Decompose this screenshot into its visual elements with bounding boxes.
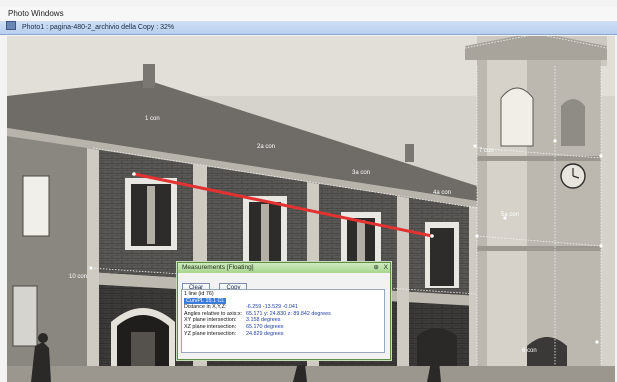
photo-viewport[interactable]: 1 con 2a con 3a con 4a con 5a con 10 con… (7, 36, 615, 382)
photo-label: 6 con (522, 348, 537, 354)
item-label: CurvPL (186, 297, 204, 304)
app-frame: Photo Windows Photo1 : pagina-480-2_arch… (0, 0, 617, 382)
list-item[interactable]: Distance in X,Y,Z: -6.259 -13.529 -0.041 (184, 304, 382, 311)
photo-label: 4a con (433, 190, 451, 196)
list-item[interactable]: Angles relative to axis:x: 65.171 y: 24.8… (184, 311, 382, 318)
pilaster (87, 148, 99, 382)
item-value: 65.171 y: 24.830 z: 89.842 degrees (246, 310, 331, 317)
item-value: 3.158 degrees (246, 317, 281, 324)
side-window (12, 285, 38, 347)
photo-tab-label: Photo1 : pagina-480-2_archivio della Cop… (21, 24, 175, 31)
dialog-titlebar[interactable]: Measurements [Floating] ⊕ X (178, 263, 390, 273)
list-item-selected[interactable]: CurvPL 15.1 CL (184, 297, 382, 305)
item-label: YZ plane intersection: (184, 330, 237, 337)
item-label: XY plane intersection: (184, 317, 237, 324)
item-label: Distance in X,Y,Z: (184, 304, 227, 311)
item-value: -6.259 -13.529 -0.041 (246, 304, 298, 311)
item-label: XZ plane intersection: (184, 323, 237, 330)
measurements-list[interactable]: 1 line (id 76) CurvPL 15.1 CL Distance i… (181, 289, 385, 353)
item-label: Angles relative to axis:x: (184, 310, 243, 317)
list-item[interactable]: XY plane intersection: 3.158 degrees (184, 317, 382, 324)
photo-icon (6, 21, 16, 30)
item-value: 65.170 degrees (246, 323, 284, 330)
measurement-line-end-handle[interactable] (430, 234, 434, 238)
photo-label: 1 con (145, 116, 160, 122)
close-icon[interactable]: X (384, 264, 388, 271)
photo-label: 7 con (479, 148, 494, 154)
chimney (143, 64, 155, 88)
photo-label: 2a con (257, 144, 275, 150)
side-window (22, 175, 50, 237)
photo-label: 10 con (69, 274, 87, 280)
pin-icon[interactable]: ⊕ (373, 264, 378, 271)
item-value: 15.1 CL (205, 297, 225, 304)
measurements-dialog[interactable]: Measurements [Floating] ⊕ X Clear Copy 1… (177, 262, 391, 360)
dialog-title: Measurements [Floating] (182, 264, 254, 271)
item-value: 24.829 degrees (246, 330, 284, 337)
bell-tower (465, 36, 607, 382)
measurement-line-start-handle[interactable] (132, 172, 136, 176)
list-item[interactable]: 1 line (id 76) (184, 291, 382, 298)
list-item[interactable]: XZ plane intersection: 65.170 degrees (184, 324, 382, 331)
chimney (405, 144, 414, 162)
photo-label: 3a con (352, 170, 370, 176)
item-label: 1 line (id 76) (184, 291, 214, 297)
window-title: Photo Windows (0, 7, 617, 21)
list-item[interactable]: YZ plane intersection: 24.829 degrees (184, 331, 382, 338)
photo-tab[interactable]: Photo1 : pagina-480-2_archivio della Cop… (0, 21, 617, 35)
photo-label: 5a con (501, 212, 519, 218)
